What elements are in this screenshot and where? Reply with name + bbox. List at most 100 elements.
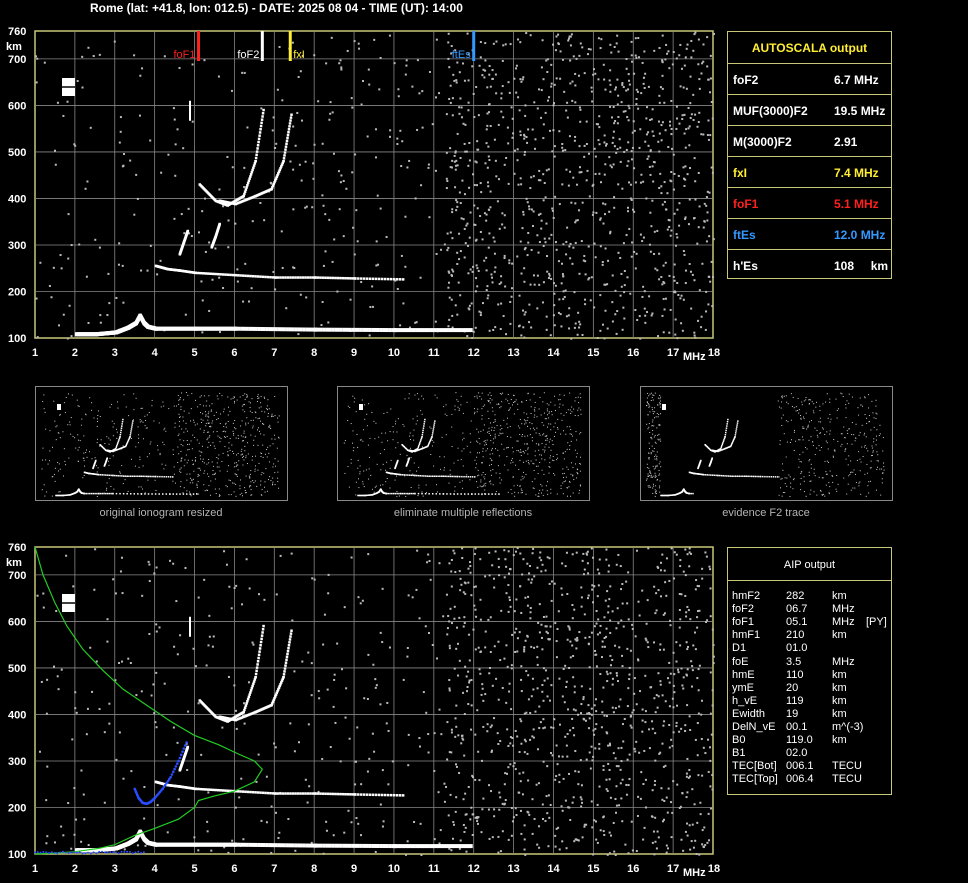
trace-point [206,272,210,275]
thumb-noise-dot [461,480,463,482]
noise-dot [586,53,589,56]
thumb-noise-dot [353,401,355,403]
trace-point [234,326,238,331]
noise-dot [707,303,710,306]
thumb-noise-dot [239,479,241,481]
thumb-noise-dot [654,441,656,443]
trace-point [398,278,402,281]
thumb-noise-dot [866,422,868,424]
noise-dot [680,67,683,70]
thumb-noise-dot [846,430,848,432]
trace-point [448,328,452,333]
thumb-noise-dot [806,428,808,430]
thumb-trace-point [120,427,123,429]
noise-dot [467,164,470,167]
noise-dot [515,67,518,70]
noise-dot [485,219,488,222]
thumb-noise-dot [881,478,883,480]
noise-dot [548,237,551,240]
thumb-noise-dot [202,458,204,460]
thumb-noise-dot [848,393,850,395]
noise-dot [700,133,703,136]
thumb-trace-point [103,474,105,476]
trace-point [291,327,295,332]
noise-dot [351,106,354,109]
thumb-noise-dot [246,393,248,395]
noise-dot [629,292,632,295]
thumb-noise-dot [110,486,112,488]
thumb-trace-point [175,493,178,495]
thumb-noise-dot [821,494,823,496]
noise-dot [140,269,143,272]
thumb-noise-dot [108,478,110,480]
x-tick-label: 17 [667,347,679,359]
thumb-noise-dot [244,490,246,492]
noise-dot [367,68,370,71]
thumb-noise-dot [527,453,529,455]
thumb-noise-dot [179,439,181,441]
thumb-trace-point [725,431,727,434]
thumb-noise-dot [490,474,492,476]
thumb-noise-dot [140,407,142,409]
thumb-noise-dot [538,444,540,446]
thumb-noise-dot [63,402,65,404]
thumb-noise-dot [563,472,565,474]
noise-dot [528,303,531,306]
thumb-trace-point [428,475,430,478]
thumb-noise-dot [562,430,564,432]
thumb-noise-dot [197,481,199,483]
noise-dot [673,212,676,215]
noise-dot [99,314,102,317]
thumb-noise-dot [460,458,462,460]
trace-point [242,194,245,198]
thumb-noise-dot [458,408,460,410]
thumb-noise-dot [245,475,247,477]
thumb-noise-dot [252,419,254,421]
thumb-trace-point [724,436,726,438]
autoscala-label: ftEs [733,228,756,242]
noise-dot [654,267,657,270]
noise-dot [548,272,551,275]
trace-point [291,276,295,279]
thumb-noise-dot [139,459,141,461]
thumb-noise-dot [555,431,557,433]
thumb-trace-point [498,493,500,495]
noise-dot [542,123,545,126]
thumb-noise-dot [543,473,545,475]
trace-point [211,272,215,276]
thumb-noise-dot [183,487,185,489]
noise-dot [70,244,73,247]
thumb-noise-dot [860,493,862,495]
noise-dot [35,55,38,58]
noise-dot [620,272,623,275]
trace-point [306,276,310,279]
noise-dot [339,59,342,62]
thumb-noise-dot [45,459,47,461]
thumb-noise-dot [260,480,262,482]
noise-dot [533,283,536,286]
thumb-noise-dot [208,426,210,428]
thumb-noise-dot [562,452,564,454]
noise-dot [618,138,621,141]
thumb-noise-dot [241,448,243,450]
thumb-noise-dot [413,429,415,431]
thumb-noise-dot [277,421,279,423]
thumb-noise-dot [226,486,228,488]
trace-point [354,277,357,280]
thumb-noise-dot [199,469,201,471]
noise-dot [487,208,490,211]
trace-point [216,272,220,276]
thumb-noise-dot [123,394,125,396]
thumb-noise-dot [249,477,251,479]
thumb-noise-dot [192,434,194,436]
thumb-noise-dot [235,495,237,497]
thumb-noise-dot [197,467,199,469]
thumb-noise-dot [430,427,432,429]
noise-dot [593,242,596,245]
thumb-noise-dot [135,446,137,448]
thumb-noise-dot [360,439,362,441]
thumb-noise-dot [490,434,492,436]
thumb-noise-dot [876,460,878,462]
noise-dot [594,155,597,158]
trace-point [301,276,305,279]
